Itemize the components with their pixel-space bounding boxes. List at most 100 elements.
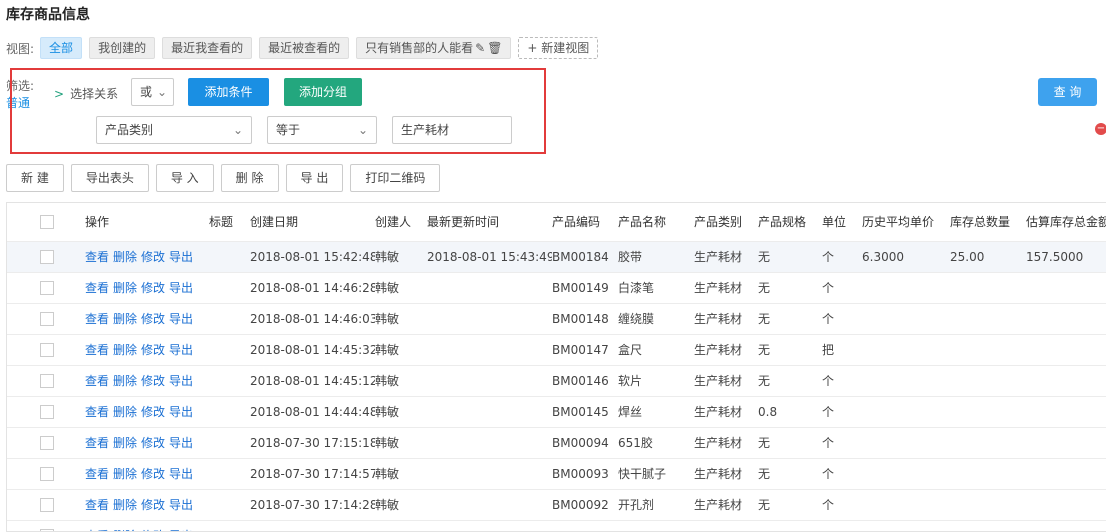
table-row[interactable]: 查看 删除 修改 导出 2018-08-01 14:45:32 韩敏 BM00147 盒尺 生产… — [7, 334, 1106, 365]
unit-cell: 个 — [822, 250, 835, 264]
delete-link[interactable]: 删除 — [113, 374, 137, 388]
new-button[interactable]: 新 建 — [6, 164, 64, 192]
delete-link[interactable]: 删除 — [113, 498, 137, 512]
delete-link[interactable]: 删除 — [113, 281, 137, 295]
view-link[interactable]: 查看 — [85, 467, 109, 481]
export-link[interactable]: 导出 — [169, 467, 193, 481]
table-row[interactable]: 查看 删除 修改 导出 2018-08-01 14:44:48 韩敏 BM00145 焊丝 生产… — [7, 396, 1106, 427]
row-checkbox[interactable] — [40, 342, 54, 357]
unit-cell: 个 — [822, 374, 835, 388]
view-link[interactable]: 查看 — [85, 405, 109, 419]
column-header: 操作 — [85, 215, 110, 230]
export-link[interactable]: 导出 — [169, 312, 193, 326]
export-button[interactable]: 导 出 — [285, 164, 344, 192]
row-checkbox[interactable] — [40, 311, 54, 326]
table-row[interactable]: 查看 删除 修改 导出 2018-07-30 17:15:18 韩敏 BM00094 651胶… — [7, 427, 1106, 458]
edit-link[interactable]: 修改 — [141, 436, 165, 450]
name-cell: 缠绕膜 — [618, 312, 655, 326]
delete-link[interactable]: 删除 — [113, 467, 137, 481]
amount-cell — [1026, 365, 1106, 396]
edit-icon[interactable]: ✎ — [475, 41, 485, 55]
amount-cell — [1026, 520, 1106, 531]
print-qrcode-button[interactable]: 打印二维码 — [350, 164, 441, 192]
view-tab-recently-viewed[interactable]: 最近被查看的 — [259, 37, 350, 59]
export-link[interactable]: 导出 — [169, 250, 193, 264]
remove-condition-icon[interactable]: − — [1095, 123, 1106, 135]
view-link[interactable]: 查看 — [85, 312, 109, 326]
column-header: 历史平均单价 — [862, 215, 935, 230]
relation-select[interactable]: 或 ⌄ — [131, 78, 174, 106]
view-tab-recent-viewed-by-me[interactable]: 最近我查看的 — [162, 37, 253, 59]
table-row[interactable]: 查看删除修改导出 — [7, 520, 1106, 531]
operator-select[interactable]: 等于 ⌄ — [267, 116, 377, 144]
row-checkbox[interactable] — [40, 373, 54, 388]
table-row[interactable]: 查看 删除 修改 导出 2018-08-01 14:46:03 韩敏 BM00148 缠绕膜 生… — [7, 303, 1106, 334]
table-row[interactable]: 查看 删除 修改 导出 2018-07-30 17:14:57 韩敏 BM00093 快干腻子… — [7, 458, 1106, 489]
table-row[interactable]: 查看 删除 修改 导出 2018-08-01 14:46:28 韩敏 BM00149 白漆笔 生… — [7, 272, 1106, 303]
row-checkbox[interactable] — [40, 249, 54, 264]
export-header-button[interactable]: 导出表头 — [70, 164, 149, 192]
creator-cell: 韩敏 — [375, 436, 400, 450]
row-checkbox[interactable] — [40, 466, 54, 481]
delete-button[interactable]: 删 除 — [220, 164, 279, 192]
row-checkbox[interactable] — [40, 435, 54, 450]
views-label: 视图: — [6, 41, 35, 56]
relation-label: 选择关系 — [70, 87, 119, 101]
view-link[interactable]: 查看 — [85, 250, 109, 264]
delete-link[interactable]: 删除 — [113, 250, 137, 264]
delete-link[interactable]: 删除 — [113, 436, 137, 450]
edit-link[interactable]: 修改 — [141, 312, 165, 326]
table-row[interactable]: 查看 删除 修改 导出 2018-08-01 14:45:12 韩敏 BM00146 软片 生产… — [7, 365, 1106, 396]
avg-price-cell — [862, 427, 950, 458]
export-link[interactable]: 导出 — [169, 436, 193, 450]
export-link[interactable]: 导出 — [169, 498, 193, 512]
view-link[interactable]: 查看 — [85, 374, 109, 388]
new-view-button[interactable]: + 新建视图 — [518, 37, 599, 59]
edit-link[interactable]: 修改 — [141, 498, 165, 512]
view-tab-mine[interactable]: 我创建的 — [89, 37, 156, 59]
relation-toggle[interactable]: > 选择关系 — [54, 85, 118, 102]
field-select[interactable]: 产品类别 ⌄ — [96, 116, 252, 144]
edit-link[interactable]: 修改 — [141, 405, 165, 419]
edit-link[interactable]: 修改 — [141, 281, 165, 295]
edit-link[interactable]: 修改 — [141, 374, 165, 388]
view-link[interactable]: 查看 — [85, 281, 109, 295]
add-group-button[interactable]: 添加分组 — [284, 78, 362, 106]
delete-link[interactable]: 删除 — [113, 343, 137, 357]
name-cell: 快干腻子 — [618, 467, 667, 481]
row-checkbox[interactable] — [40, 404, 54, 419]
creator-cell: 韩敏 — [375, 467, 400, 481]
table-row[interactable]: 查看 删除 修改 导出 2018-08-01 15:42:48 韩敏 2018-08-01 … — [7, 241, 1106, 272]
creator-cell: 韩敏 — [375, 405, 400, 419]
view-link[interactable]: 查看 — [85, 436, 109, 450]
row-checkbox[interactable] — [40, 280, 54, 295]
add-condition-button[interactable]: 添加条件 — [188, 78, 269, 106]
import-button[interactable]: 导 入 — [155, 164, 214, 192]
export-link[interactable]: 导出 — [169, 405, 193, 419]
edit-link[interactable]: 修改 — [141, 250, 165, 264]
query-button[interactable]: 查 询 — [1038, 78, 1097, 106]
delete-icon[interactable]: 🗑 — [487, 41, 502, 55]
row-checkbox[interactable] — [40, 497, 54, 512]
view-link[interactable]: 查看 — [85, 498, 109, 512]
row-actions: 查看删除修改导出 — [85, 520, 209, 531]
view-tab-sales-only[interactable]: 只有销售部的人能看 ✎ 🗑 — [356, 37, 512, 59]
export-link[interactable]: 导出 — [169, 343, 193, 357]
row-actions: 查看删除修改导出 — [85, 396, 209, 427]
export-link[interactable]: 导出 — [169, 374, 193, 388]
filter-value-input[interactable]: 生产耗材 — [392, 116, 512, 144]
view-link[interactable]: 查看 — [85, 343, 109, 357]
table-row[interactable]: 查看 删除 修改 导出 2018-07-30 17:14:28 韩敏 BM00092 开孔剂 生… — [7, 489, 1106, 520]
row-select-cell — [7, 489, 85, 520]
edit-link[interactable]: 修改 — [141, 343, 165, 357]
view-tab-all[interactable]: 全部 — [40, 37, 83, 59]
row-actions: 查看删除修改导出 — [85, 303, 209, 334]
delete-link[interactable]: 删除 — [113, 312, 137, 326]
delete-link[interactable]: 删除 — [113, 405, 137, 419]
page-title: 库存商品信息 — [6, 7, 90, 23]
avg-price-cell — [862, 520, 950, 531]
export-link[interactable]: 导出 — [169, 281, 193, 295]
edit-link[interactable]: 修改 — [141, 467, 165, 481]
title-cell — [209, 458, 250, 489]
select-all-checkbox[interactable] — [40, 215, 54, 229]
